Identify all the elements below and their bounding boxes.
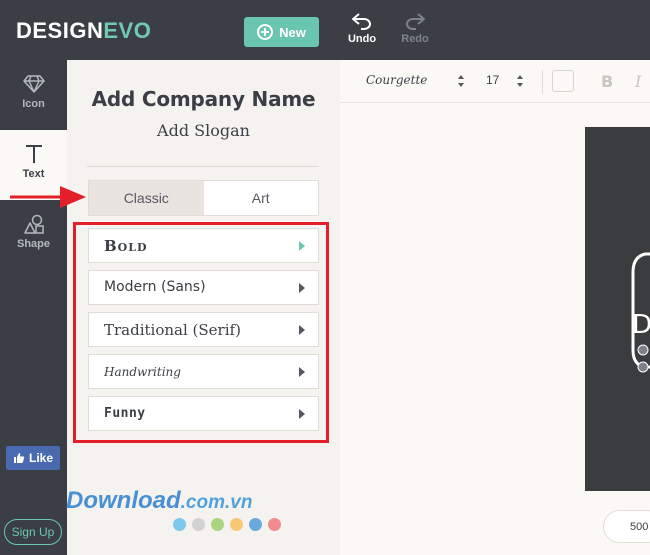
new-button-label: New: [279, 24, 306, 40]
left-sidebar: Icon Text Shape Like Sign Up: [0, 60, 67, 555]
text-color-swatch[interactable]: [552, 70, 574, 92]
sidebar-item-label: Shape: [16, 238, 50, 250]
undo-label: Undo: [347, 33, 377, 45]
color-palette: [173, 518, 281, 531]
palette-dot[interactable]: [268, 518, 281, 531]
font-category-handwriting[interactable]: Handwriting: [88, 354, 319, 389]
tab-art[interactable]: Art: [204, 181, 319, 215]
font-select-arrows-icon[interactable]: [457, 75, 465, 87]
font-category-label: Funny: [104, 406, 146, 421]
font-category-modern-sans[interactable]: Modern (Sans): [88, 270, 319, 305]
sidebar-item-label: Text: [22, 168, 45, 180]
sidebar-item-shape[interactable]: Shape: [0, 200, 67, 270]
text-t-icon: [25, 145, 42, 163]
size-select-arrows-icon[interactable]: [516, 75, 524, 87]
font-family-select[interactable]: Courgette: [366, 73, 427, 87]
format-toolbar: Courgette 17 B I: [340, 60, 650, 103]
facebook-like-button[interactable]: Like: [6, 446, 60, 470]
chevron-right-icon: [299, 325, 305, 335]
plus-icon: [257, 24, 274, 40]
font-category-label: Bold: [104, 237, 148, 255]
palette-dot[interactable]: [211, 518, 224, 531]
font-style-tabs: Classic Art: [88, 180, 319, 216]
sign-up-button[interactable]: Sign Up: [4, 519, 62, 545]
app-logo[interactable]: DESIGNEVO: [16, 18, 151, 44]
zoom-value: 500: [630, 521, 649, 533]
chevron-right-icon: [299, 367, 305, 377]
undo-icon: [352, 13, 371, 30]
divider: [87, 166, 319, 167]
font-size-select[interactable]: 17: [486, 73, 499, 87]
redo-label: Redo: [401, 33, 429, 45]
diamond-icon: [22, 75, 45, 93]
logo-preview-graphic: D: [631, 252, 650, 373]
shapes-icon: [23, 214, 44, 234]
bold-button[interactable]: B: [601, 72, 613, 91]
svg-text:D: D: [632, 310, 650, 340]
like-label: Like: [28, 451, 53, 465]
new-button[interactable]: New: [244, 17, 319, 47]
tab-classic[interactable]: Classic: [89, 181, 204, 215]
palette-dot[interactable]: [173, 518, 186, 531]
italic-button[interactable]: I: [635, 72, 641, 91]
zoom-control[interactable]: 500: [603, 510, 650, 543]
top-bar: DESIGNEVO New Undo Redo: [0, 0, 650, 60]
add-slogan-text[interactable]: Add Slogan: [67, 121, 340, 140]
font-category-label: Modern (Sans): [104, 279, 206, 295]
toolbar-separator: [542, 70, 543, 94]
chevron-right-icon: [299, 409, 305, 419]
font-category-traditional-serif[interactable]: Traditional (Serif): [88, 312, 319, 347]
red-arrow-annotation: [10, 186, 86, 208]
thumbs-up-icon: [13, 453, 25, 463]
font-category-label: Traditional (Serif): [104, 321, 241, 339]
font-category-label: Handwriting: [104, 365, 181, 379]
watermark-logo: Download.com.vn: [66, 487, 253, 514]
font-category-funny[interactable]: Funny: [88, 396, 319, 431]
sidebar-item-icon[interactable]: Icon: [0, 60, 67, 130]
chevron-right-icon: [299, 283, 305, 293]
redo-button[interactable]: Redo: [398, 12, 432, 45]
add-company-name-text[interactable]: Add Company Name: [67, 87, 340, 111]
font-category-bold[interactable]: Bold: [88, 228, 319, 263]
font-category-list: Bold Modern (Sans) Traditional (Serif) H…: [88, 228, 319, 438]
sidebar-item-label: Icon: [22, 98, 45, 110]
palette-dot[interactable]: [192, 518, 205, 531]
logo-canvas[interactable]: D: [585, 127, 650, 491]
chevron-right-icon: [299, 241, 305, 251]
redo-icon: [406, 13, 425, 30]
palette-dot[interactable]: [249, 518, 262, 531]
palette-dot[interactable]: [230, 518, 243, 531]
undo-button[interactable]: Undo: [345, 12, 379, 45]
